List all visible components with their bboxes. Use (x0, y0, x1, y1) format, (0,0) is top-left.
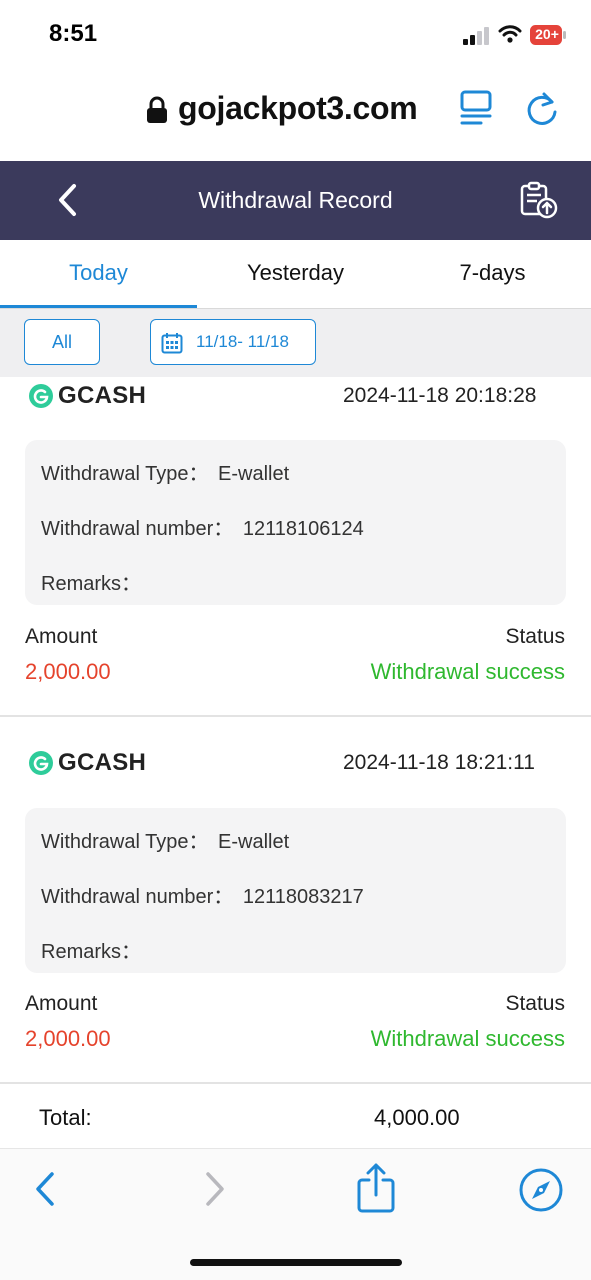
status-label: Status (505, 992, 565, 1015)
filter-all-button[interactable]: All (24, 319, 100, 365)
battery-level: 20+ (535, 26, 559, 42)
tab-7-days[interactable]: 7-days (394, 260, 591, 286)
active-tab-indicator (0, 305, 197, 308)
payment-method-label: GCASH (58, 382, 147, 409)
reader-mode-icon[interactable] (459, 90, 493, 126)
withdrawal-number-row: Withdrawal number： 12118083217 (41, 880, 364, 909)
withdrawal-number-label: Withdrawal number： (41, 518, 234, 540)
total-label: Total: (39, 1105, 92, 1130)
record-details: Withdrawal Type： E-wallet Withdrawal num… (25, 440, 566, 605)
withdrawal-number-value: 12118083217 (242, 886, 364, 908)
status-label: Status (505, 625, 565, 648)
browser-back-icon[interactable] (30, 1168, 60, 1210)
calendar-icon (161, 333, 183, 354)
date-range-text: 11/18- 11/18 (196, 332, 289, 351)
record-divider (0, 1082, 591, 1084)
withdrawal-number-label: Withdrawal number： (41, 886, 234, 908)
withdrawal-type-row: Withdrawal Type： E-wallet (41, 457, 289, 486)
status-time: 8:51 (49, 20, 98, 47)
withdrawal-type-value: E-wallet (218, 831, 290, 853)
total-value: 4,000.00 (374, 1105, 460, 1130)
record-details: Withdrawal Type： E-wallet Withdrawal num… (25, 808, 566, 973)
record-divider (0, 715, 591, 717)
amount-label: Amount (25, 625, 98, 648)
cellular-signal-icon (463, 27, 489, 45)
status-value: Withdrawal success (370, 1026, 565, 1051)
lock-icon (147, 96, 167, 123)
amount-label: Amount (25, 992, 98, 1015)
withdrawal-type-label: Withdrawal Type： (41, 463, 209, 485)
withdrawal-type-label: Withdrawal Type： (41, 831, 209, 853)
amount-value: 2,000.00 (25, 1026, 111, 1051)
reload-icon[interactable] (524, 90, 560, 128)
clipboard-upload-icon[interactable] (519, 181, 559, 219)
gcash-logo-icon (29, 384, 53, 408)
withdrawal-number-value: 12118106124 (242, 518, 364, 540)
share-icon[interactable] (356, 1162, 396, 1214)
url-text[interactable]: gojackpot3.com (178, 90, 418, 127)
withdrawal-number-row: Withdrawal number： 12118106124 (41, 512, 364, 541)
withdrawal-type-value: E-wallet (218, 463, 290, 485)
gcash-logo-icon (29, 751, 53, 775)
tab-yesterday[interactable]: Yesterday (197, 260, 394, 286)
remarks-label: Remarks： (41, 941, 142, 963)
remarks-label: Remarks： (41, 573, 142, 595)
tab-today[interactable]: Today (0, 260, 197, 286)
record-datetime: 2024-11-18 20:18:28 (343, 384, 537, 407)
record-datetime: 2024-11-18 18:21:11 (343, 751, 535, 774)
payment-method-label: GCASH (58, 749, 147, 776)
home-indicator (190, 1259, 402, 1266)
amount-value: 2,000.00 (25, 659, 111, 684)
date-range-button[interactable]: 11/18- 11/18 (150, 319, 316, 365)
battery-icon: 20+ (530, 25, 566, 45)
withdrawal-type-row: Withdrawal Type： E-wallet (41, 825, 289, 854)
browser-forward-icon[interactable] (200, 1168, 230, 1210)
wifi-icon (498, 25, 522, 43)
page-title: Withdrawal Record (198, 187, 393, 213)
compass-icon[interactable] (518, 1167, 564, 1213)
status-value: Withdrawal success (370, 659, 565, 684)
